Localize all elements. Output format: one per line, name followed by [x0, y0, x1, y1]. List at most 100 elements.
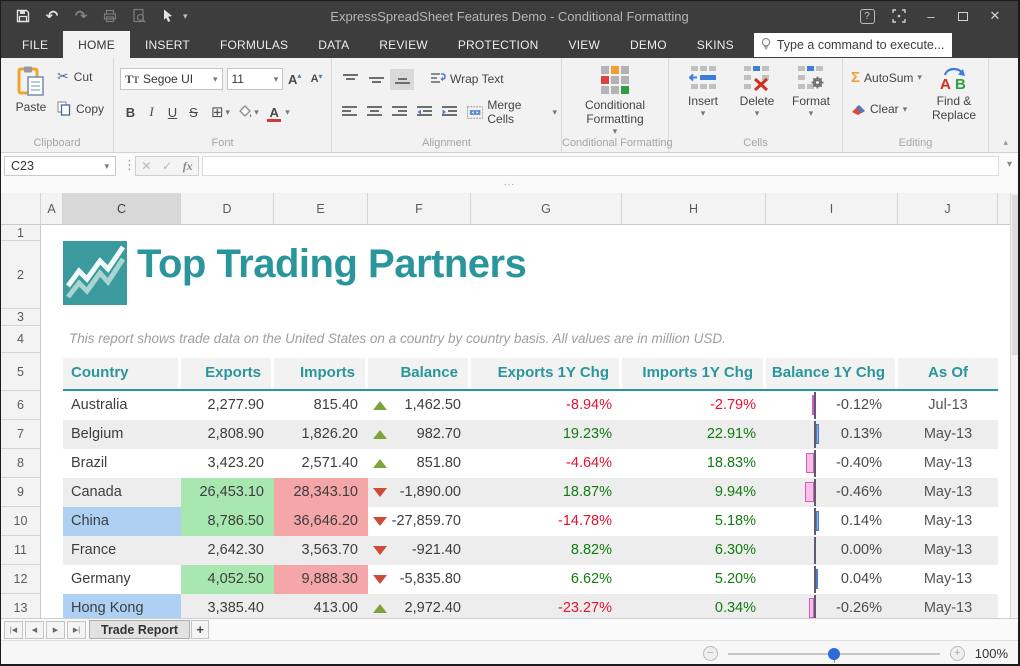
cell-country[interactable]: Belgium — [63, 420, 181, 449]
cell-balance[interactable]: 1,462.50 — [368, 391, 471, 420]
align-middle-icon[interactable] — [364, 69, 388, 90]
cell-imports[interactable]: 413.00 — [274, 594, 368, 618]
delete-button[interactable]: Delete ▾ — [733, 65, 781, 119]
close-button[interactable]: ✕ — [980, 5, 1010, 27]
maximize-button[interactable] — [948, 5, 978, 27]
cell-country[interactable]: Canada — [63, 478, 181, 507]
zoom-out-button[interactable]: − — [703, 646, 718, 661]
bold-button[interactable]: B — [120, 101, 141, 123]
cell-balance-1y-chg[interactable]: 0.13% — [766, 420, 898, 449]
tab-skins[interactable]: SKINS — [682, 31, 749, 58]
command-search-input[interactable] — [777, 38, 945, 52]
sheet-body[interactable]: Top Trading Partners This report shows t… — [1, 225, 1013, 618]
cell-country[interactable]: Australia — [63, 391, 181, 420]
cell-exports-1y-chg[interactable]: -4.64% — [471, 449, 622, 478]
cell-imports-1y-chg[interactable]: 0.34% — [622, 594, 766, 618]
decrease-indent-icon[interactable] — [413, 102, 436, 123]
cell-balance-1y-chg[interactable]: -0.40% — [766, 449, 898, 478]
cell-country[interactable]: Hong Kong — [63, 594, 181, 618]
insert-button[interactable]: Insert ▾ — [679, 65, 727, 119]
column-header-g[interactable]: G — [471, 193, 622, 225]
cell-balance[interactable]: 851.80 — [368, 449, 471, 478]
borders-button[interactable]: ⊞▾ — [207, 103, 234, 121]
cell-imports[interactable]: 815.40 — [274, 391, 368, 420]
format-button[interactable]: Format ▾ — [787, 65, 835, 119]
print-icon[interactable] — [100, 6, 120, 26]
merge-cells-button[interactable]: Merge Cells ▾ — [467, 98, 557, 126]
cell-as-of[interactable]: May-13 — [898, 420, 998, 449]
insert-function-icon[interactable]: fx — [183, 159, 193, 174]
column-header-e[interactable]: E — [274, 193, 368, 225]
cell-imports-1y-chg[interactable]: 5.18% — [622, 507, 766, 536]
shrink-font-button[interactable]: A▾ — [306, 73, 327, 85]
cell-exports-1y-chg[interactable]: 6.62% — [471, 565, 622, 594]
sheet-tab-trade-report[interactable]: Trade Report — [89, 620, 190, 639]
formula-bar-dropdown-icon[interactable]: ▾ — [1007, 159, 1012, 170]
cell-country[interactable]: China — [63, 507, 181, 536]
vertical-scrollbar[interactable] — [1010, 193, 1018, 618]
next-sheet-button[interactable]: ▶ — [46, 621, 65, 639]
cell-imports-1y-chg[interactable]: 22.91% — [622, 420, 766, 449]
name-box[interactable]: C23 ▾ — [4, 156, 116, 176]
cell-imports[interactable]: 9,888.30 — [274, 565, 368, 594]
tab-formulas[interactable]: FORMULAS — [205, 31, 303, 58]
italic-button[interactable]: I — [141, 101, 162, 123]
tab-view[interactable]: VIEW — [554, 31, 615, 58]
vertical-scrollbar-thumb[interactable] — [1012, 195, 1018, 355]
column-header-d[interactable]: D — [181, 193, 274, 225]
cell-exports[interactable]: 2,642.30 — [181, 536, 274, 565]
cell-balance[interactable]: 2,972.40 — [368, 594, 471, 618]
cell-as-of[interactable]: May-13 — [898, 594, 998, 618]
cell-balance[interactable]: 982.70 — [368, 420, 471, 449]
prev-sheet-button[interactable]: ◀ — [25, 621, 44, 639]
cell-exports[interactable]: 8,786.50 — [181, 507, 274, 536]
cell-imports[interactable]: 3,563.70 — [274, 536, 368, 565]
table-header-country[interactable]: Country — [63, 358, 181, 389]
table-header-exports[interactable]: Exports — [181, 358, 274, 389]
align-center-icon[interactable] — [363, 102, 386, 123]
select-all-corner[interactable] — [1, 193, 41, 225]
tab-review[interactable]: REVIEW — [364, 31, 443, 58]
font-name-combo[interactable]: TT Segoe UI ▾ — [120, 68, 223, 90]
print-preview-icon[interactable] — [129, 6, 149, 26]
cell-as-of[interactable]: May-13 — [898, 449, 998, 478]
cell-imports[interactable]: 28,343.10 — [274, 478, 368, 507]
clear-button[interactable]: Clear ▾ — [851, 102, 907, 116]
add-sheet-button[interactable]: + — [191, 620, 209, 639]
cell-as-of[interactable]: May-13 — [898, 478, 998, 507]
confirm-entry-icon[interactable]: ✓ — [162, 159, 172, 173]
cell-as-of[interactable]: May-13 — [898, 565, 998, 594]
column-header-a[interactable]: A — [41, 193, 63, 225]
cancel-entry-icon[interactable]: ✕ — [141, 159, 151, 173]
align-right-icon[interactable] — [388, 102, 411, 123]
cell-imports-1y-chg[interactable]: 5.20% — [622, 565, 766, 594]
save-icon[interactable] — [13, 6, 33, 26]
cell-imports[interactable]: 2,571.40 — [274, 449, 368, 478]
column-header-i[interactable]: I — [766, 193, 898, 225]
command-search-box[interactable] — [754, 33, 952, 57]
cell-exports[interactable]: 26,453.10 — [181, 478, 274, 507]
cell-exports-1y-chg[interactable]: 19.23% — [471, 420, 622, 449]
tab-file[interactable]: FILE — [7, 31, 63, 58]
cell-balance[interactable]: -1,890.00 — [368, 478, 471, 507]
cell-exports[interactable]: 3,423.20 — [181, 449, 274, 478]
cell-country[interactable]: Germany — [63, 565, 181, 594]
cell-balance[interactable]: -5,835.80 — [368, 565, 471, 594]
table-header-balance-1y-chg[interactable]: Balance 1Y Chg — [766, 358, 898, 389]
cell-imports[interactable]: 36,646.20 — [274, 507, 368, 536]
column-header-h[interactable]: H — [622, 193, 766, 225]
cell-exports[interactable]: 2,277.90 — [181, 391, 274, 420]
tab-data[interactable]: DATA — [303, 31, 364, 58]
fullscreen-button[interactable] — [884, 5, 914, 27]
align-left-icon[interactable] — [338, 102, 361, 123]
first-sheet-button[interactable]: |◀ — [4, 621, 23, 639]
cell-balance[interactable]: -921.40 — [368, 536, 471, 565]
column-header-f[interactable]: F — [368, 193, 471, 225]
cell-as-of[interactable]: May-13 — [898, 536, 998, 565]
help-button[interactable]: ? — [852, 5, 882, 27]
cell-imports-1y-chg[interactable]: 18.83% — [622, 449, 766, 478]
cell-balance-1y-chg[interactable]: -0.26% — [766, 594, 898, 618]
cell-exports-1y-chg[interactable]: -8.94% — [471, 391, 622, 420]
conditional-formatting-button[interactable]: Conditional Formatting ▾ — [562, 65, 668, 137]
cell-exports[interactable]: 4,052.50 — [181, 565, 274, 594]
